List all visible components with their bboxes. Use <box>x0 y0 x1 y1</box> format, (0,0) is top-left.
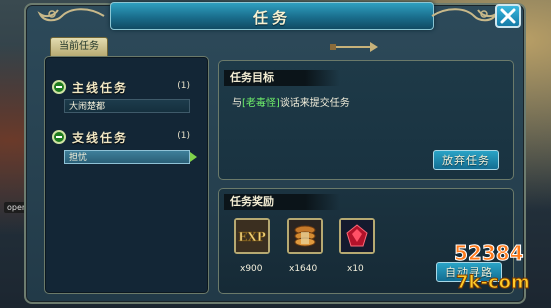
reward-qty-gem: x10 <box>347 264 364 274</box>
exp-icon[interactable]: EXP <box>234 218 270 254</box>
category-side-quest[interactable]: 支线任务 (1) <box>52 130 202 146</box>
ornament-left-icon <box>37 8 105 22</box>
reward-qty-exp: x900 <box>240 264 263 274</box>
category-count: (1) <box>177 81 190 91</box>
title-bar: 任务 <box>110 2 434 30</box>
goal-text-suffix: 谈话来提交任务 <box>279 98 350 109</box>
collapse-icon <box>52 130 66 144</box>
collapse-icon <box>52 80 66 94</box>
goal-text-prefix: 与 <box>232 98 242 109</box>
category-count: (1) <box>177 131 190 141</box>
selected-arrow-icon <box>190 152 197 162</box>
reward-header: 任务奖励 <box>224 194 340 210</box>
site-watermark-logo: 52384 7k-com <box>454 241 531 294</box>
abandon-quest-button[interactable]: 放弃任务 <box>433 150 499 170</box>
category-label: 支线任务 <box>72 131 129 145</box>
tab-current-quests[interactable]: 当前任务 <box>50 37 108 57</box>
window-title: 任务 <box>252 9 291 27</box>
close-button[interactable] <box>495 4 521 28</box>
exp-label: EXP <box>238 230 265 244</box>
npc-link[interactable]: [老毒怪] <box>242 98 280 109</box>
svg-text:52384: 52384 <box>454 241 524 265</box>
close-icon <box>500 8 516 24</box>
sword-decoration-icon <box>330 42 378 52</box>
quest-item-side-selected[interactable]: 担忧 <box>64 150 190 164</box>
svg-text:7k-com: 7k-com <box>456 272 530 293</box>
category-main-quest[interactable]: 主线任务 (1) <box>52 80 202 96</box>
coin-scroll-icon[interactable] <box>287 218 323 254</box>
category-label: 主线任务 <box>72 81 129 95</box>
ornament-right-icon <box>431 8 499 22</box>
quest-item-main[interactable]: 大闹楚都 <box>64 99 190 113</box>
goal-description: 与[老毒怪]谈话来提交任务 <box>232 94 350 109</box>
goal-header: 任务目标 <box>224 70 340 86</box>
red-gem-icon[interactable] <box>339 218 375 254</box>
exp-icon-graphic: EXP <box>236 220 268 252</box>
reward-qty-coins: x1640 <box>289 264 318 274</box>
